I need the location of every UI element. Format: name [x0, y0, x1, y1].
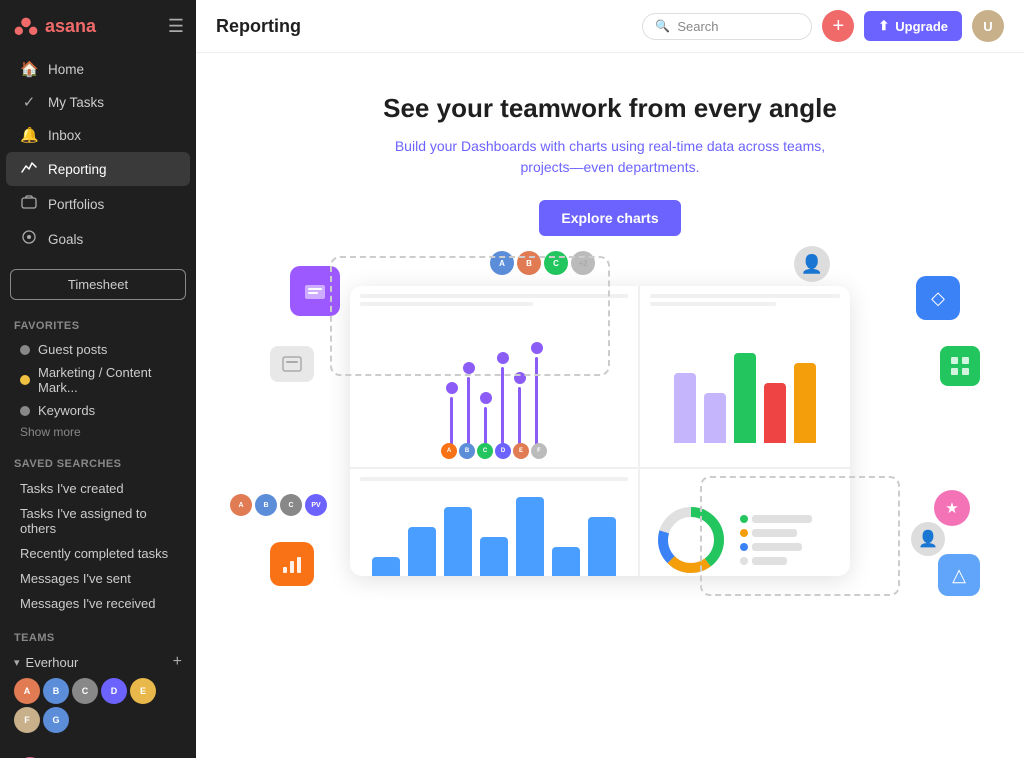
main-content: Reporting 🔍 Search + ⬆ Upgrade U See you… [196, 0, 1024, 758]
upgrade-icon: ⬆ [878, 18, 889, 34]
panel-lollipop: A B C D E F [350, 286, 638, 467]
avatar[interactable]: E [130, 678, 156, 704]
saved-search-label: Tasks I've assigned to others [20, 506, 176, 536]
asana-logo-icon [14, 14, 38, 38]
add-button[interactable]: + [822, 10, 854, 42]
asana-logo[interactable]: asana [14, 14, 96, 38]
sidebar-item-home[interactable]: 🏠 Home [6, 53, 190, 85]
sidebar-item-my-tasks-label: My Tasks [48, 95, 104, 110]
topbar: Reporting 🔍 Search + ⬆ Upgrade U [196, 0, 1024, 53]
user-avatar[interactable]: U [972, 10, 1004, 42]
saved-search-assigned-others[interactable]: Tasks I've assigned to others [14, 501, 182, 541]
show-more-link[interactable]: Show more [14, 422, 182, 442]
sidebar-item-goals-label: Goals [48, 232, 83, 247]
float-green-grid [940, 346, 980, 386]
search-placeholder: Search [677, 19, 718, 34]
topbar-right: 🔍 Search + ⬆ Upgrade U [642, 10, 1004, 42]
bell-icon: 🔔 [20, 126, 38, 144]
check-icon: ✓ [20, 93, 38, 111]
avatar[interactable]: G [43, 707, 69, 733]
float-left-avatars: A B C PV [230, 494, 327, 516]
sidebar-top: asana ☰ [0, 0, 196, 48]
invite-teammates-button[interactable]: Invite teammates [6, 749, 190, 758]
teams-section: Teams ▾ Everhour + A B C D E F G [0, 620, 196, 745]
team-everhour-row[interactable]: ▾ Everhour + [14, 650, 182, 674]
home-icon: 🏠 [20, 60, 38, 78]
teams-title: Teams [14, 632, 55, 644]
sidebar-item-my-tasks[interactable]: ✓ My Tasks [6, 86, 190, 118]
team-avatar-list: A B C D E F G [14, 674, 182, 741]
panel-blue-bars [350, 469, 638, 576]
panel-color-bars [640, 286, 850, 467]
explore-charts-button[interactable]: Explore charts [539, 200, 680, 236]
chevron-down-icon: ▾ [14, 656, 20, 669]
saved-search-messages-received[interactable]: Messages I've received [14, 591, 182, 616]
asana-logo-text: asana [45, 16, 96, 37]
avatar[interactable]: A [14, 678, 40, 704]
hero-subtitle: Build your Dashboards with charts using … [380, 136, 840, 178]
timesheet-button[interactable]: Timesheet [10, 269, 186, 300]
fav-item-keywords[interactable]: Keywords [14, 399, 182, 422]
avatar[interactable]: F [14, 707, 40, 733]
saved-search-messages-sent[interactable]: Messages I've sent [14, 566, 182, 591]
saved-search-tasks-created[interactable]: Tasks I've created [14, 476, 182, 501]
float-pink-star: ★ [934, 490, 970, 526]
upgrade-button[interactable]: ⬆ Upgrade [864, 11, 962, 41]
fav-dot [20, 345, 30, 355]
hamburger-icon[interactable]: ☰ [168, 16, 184, 37]
dashboard-illustration: A B C +2 👤 [290, 266, 930, 606]
float-blue-triangle: △ [938, 554, 980, 596]
favorites-title: Favorites [14, 320, 182, 332]
fav-label: Guest posts [38, 342, 107, 357]
avatar[interactable]: B [43, 678, 69, 704]
sidebar-item-inbox-label: Inbox [48, 128, 81, 143]
page-title: Reporting [216, 16, 301, 37]
sidebar-item-reporting-label: Reporting [48, 162, 107, 177]
float-grey-card [270, 346, 314, 382]
add-team-icon[interactable]: + [173, 653, 182, 671]
portfolio-icon [20, 194, 38, 214]
search-bar[interactable]: 🔍 Search [642, 13, 812, 40]
sidebar-item-portfolios[interactable]: Portfolios [6, 187, 190, 221]
fav-dot-yellow [20, 375, 30, 385]
fav-item-guest-posts[interactable]: Guest posts [14, 338, 182, 361]
saved-search-recently-completed[interactable]: Recently completed tasks [14, 541, 182, 566]
hero-title: See your teamwork from every angle [383, 93, 837, 124]
avatar[interactable]: D [101, 678, 127, 704]
upgrade-label: Upgrade [895, 19, 948, 34]
sidebar-item-reporting[interactable]: Reporting [6, 152, 190, 186]
fav-item-marketing[interactable]: Marketing / Content Mark... [14, 361, 182, 399]
fav-dot-grey [20, 406, 30, 416]
saved-search-label: Messages I've sent [20, 571, 131, 586]
saved-searches-title: Saved searches [14, 458, 182, 470]
dashboard-card-main: A B C D E F [350, 286, 850, 576]
fav-label-keywords: Keywords [38, 403, 95, 418]
avatar[interactable]: C [72, 678, 98, 704]
float-grey-person-top: 👤 [794, 246, 830, 282]
saved-search-label: Tasks I've created [20, 481, 124, 496]
team-name: Everhour [26, 655, 167, 670]
sidebar-item-inbox[interactable]: 🔔 Inbox [6, 119, 190, 151]
float-blue-diamond: ◇ [916, 276, 960, 320]
float-orange-card [270, 542, 314, 586]
saved-search-label: Messages I've received [20, 596, 155, 611]
goals-icon [20, 229, 38, 249]
saved-search-label: Recently completed tasks [20, 546, 168, 561]
search-icon: 🔍 [655, 19, 670, 33]
favorites-section: Favorites Guest posts Marketing / Conten… [0, 308, 196, 446]
float-purple-card [290, 266, 340, 316]
content-area: See your teamwork from every angle Build… [196, 53, 1024, 758]
panel-donut [640, 469, 850, 576]
teams-header: Teams [14, 632, 182, 644]
fav-label-marketing: Marketing / Content Mark... [38, 365, 176, 395]
sidebar-item-goals[interactable]: Goals [6, 222, 190, 256]
float-grey-person-right: 👤 [911, 522, 945, 556]
chart-icon [20, 159, 38, 179]
float-avatars-top: A B C +2 [490, 251, 595, 275]
sidebar-nav: 🏠 Home ✓ My Tasks 🔔 Inbox Reporting [0, 48, 196, 261]
sidebar-item-portfolios-label: Portfolios [48, 197, 104, 212]
sidebar-item-home-label: Home [48, 62, 84, 77]
sidebar: asana ☰ 🏠 Home ✓ My Tasks 🔔 Inbox Report… [0, 0, 196, 758]
saved-searches-section: Saved searches Tasks I've created Tasks … [0, 446, 196, 620]
